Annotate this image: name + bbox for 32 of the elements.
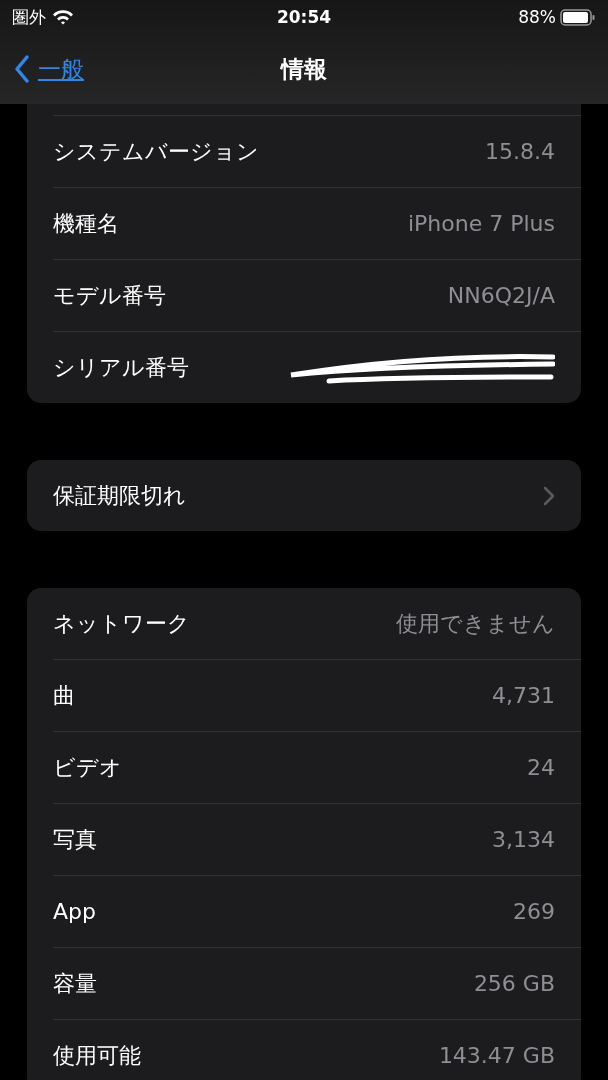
row-value: 使用できません [396, 609, 555, 638]
row-label: 写真 [53, 825, 97, 854]
wifi-icon [52, 9, 74, 25]
back-chevron-icon [14, 55, 30, 83]
row-value: 24 [527, 755, 555, 780]
clock-time: 20:54 [276, 7, 332, 27]
page-title: 情報 [281, 55, 327, 82]
carrier-label: 圏外 [12, 5, 46, 29]
row-label: App [53, 899, 96, 924]
row-label: 容量 [53, 969, 97, 998]
row-label: ネットワーク [53, 609, 190, 638]
row-value: 15.8.4 [485, 139, 555, 164]
row-label: 曲 [53, 681, 75, 710]
row-value: 4,731 [492, 683, 555, 708]
row-label: 使用可能 [53, 1041, 141, 1070]
row-label: 保証期限切れ [53, 481, 186, 510]
row-value: 256 GB [473, 971, 555, 996]
row-value: 269 [513, 899, 555, 924]
row-value: 3,134 [492, 827, 555, 852]
back-button[interactable]: 一般 [14, 53, 84, 85]
row-label: 機種名 [53, 209, 119, 238]
row-value: iPhone 7 Plus [407, 211, 555, 236]
battery-percent: 88% [518, 7, 556, 27]
battery-icon [560, 8, 596, 26]
row-label: シリアル番号 [53, 353, 189, 382]
row-value: NN6Q2J/A [447, 283, 555, 308]
row-label: システムバージョン [53, 137, 259, 166]
warranty-row[interactable]: 保証期限切れ [53, 460, 581, 531]
row-label: モデル番号 [53, 281, 166, 310]
chevron-icon [543, 485, 555, 506]
row-label: ビデオ [53, 753, 122, 782]
row-value: 143.47 GB [438, 1043, 555, 1068]
